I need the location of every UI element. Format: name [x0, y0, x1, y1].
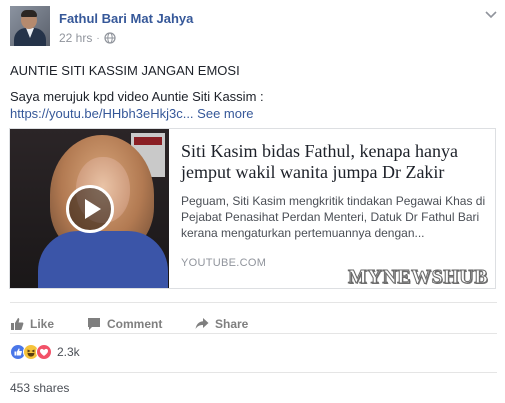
link-card-text: Siti Kasim bidas Fathul, kenapa hanya je…	[181, 141, 486, 241]
like-label: Like	[30, 316, 55, 331]
share-icon	[195, 317, 209, 329]
thumbs-up-icon	[11, 317, 24, 330]
comment-label: Comment	[107, 316, 163, 331]
divider	[10, 333, 497, 334]
comment-icon	[88, 317, 100, 330]
watermark-logo: MYNEWSHUB	[347, 266, 489, 289]
post-link[interactable]: https://youtu.be/HHbh3eHkj3c...	[10, 106, 194, 121]
link-card-headline[interactable]: Siti Kasim bidas Fathul, kenapa hanya je…	[181, 141, 486, 183]
link-card-source: YOUTUBE.COM	[181, 257, 267, 269]
globe-icon	[104, 32, 116, 44]
see-more-link[interactable]: See more	[197, 106, 253, 121]
video-thumbnail[interactable]	[10, 129, 169, 288]
post-body: Saya merujuk kpd video Auntie Siti Kassi…	[10, 88, 497, 122]
post-timestamp[interactable]: 22 hrs	[59, 31, 92, 45]
post-title: AUNTIE SITI KASSIM JANGAN EMOSI	[10, 63, 240, 78]
reactions-summary[interactable]: 2.3k	[10, 343, 80, 361]
reaction-count[interactable]: 2.3k	[57, 345, 80, 359]
share-count[interactable]: 453 shares	[10, 381, 69, 395]
share-label: Share	[215, 316, 249, 331]
link-card-description: Peguam, Siti Kasim mengkritik tindakan P…	[181, 194, 486, 240]
meta-separator: ·	[96, 32, 100, 44]
link-preview-card[interactable]: Siti Kasim bidas Fathul, kenapa hanya je…	[9, 128, 496, 289]
love-icon	[36, 344, 52, 360]
post-meta: 22 hrs ·	[59, 31, 116, 45]
post-body-text: Saya merujuk kpd video Auntie Siti Kassi…	[10, 89, 264, 104]
chevron-down-icon[interactable]	[485, 10, 497, 20]
action-bar: Like Comment Share	[10, 302, 497, 331]
play-icon[interactable]	[66, 185, 114, 233]
post-header: Fathul Bari Mat Jahya 22 hrs ·	[10, 6, 497, 48]
author-name[interactable]: Fathul Bari Mat Jahya	[59, 11, 193, 26]
author-avatar[interactable]	[10, 6, 50, 46]
divider	[10, 372, 497, 373]
